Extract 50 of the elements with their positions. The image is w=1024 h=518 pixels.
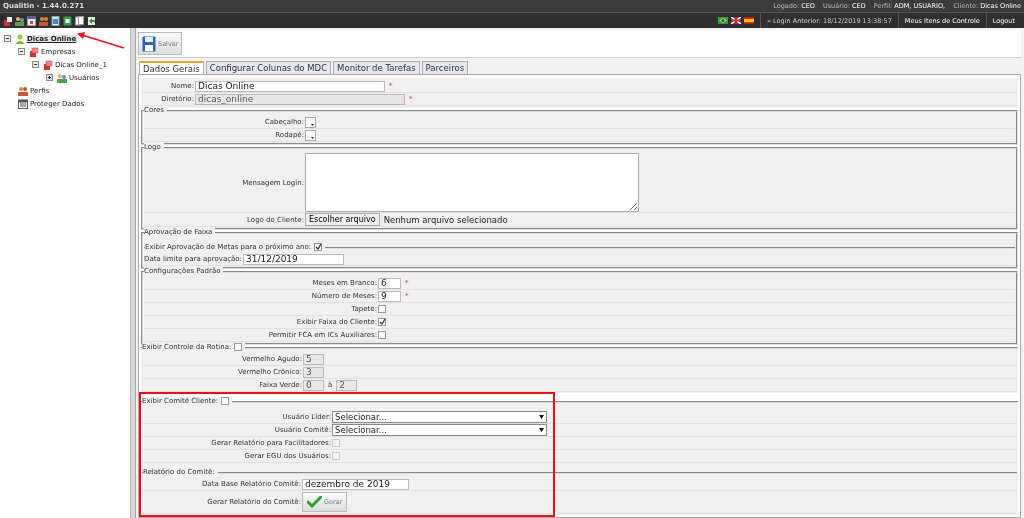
checkbox[interactable] bbox=[314, 243, 323, 251]
dropdown[interactable]: Selecionar... bbox=[332, 411, 547, 423]
tree-toggle[interactable] bbox=[4, 35, 11, 42]
input-field[interactable]: 31/12/2019 bbox=[242, 253, 344, 265]
checkbox[interactable] bbox=[378, 318, 386, 326]
file-status-text: Nenhum arquivo selecionado bbox=[383, 214, 508, 225]
company-icon bbox=[29, 46, 39, 57]
color-picker[interactable] bbox=[305, 116, 316, 128]
brazil-flag-icon[interactable] bbox=[718, 17, 729, 24]
caret-icon bbox=[539, 415, 544, 419]
caret-icon bbox=[539, 428, 544, 432]
tab[interactable]: Dados Gerais bbox=[139, 61, 204, 74]
uk-flag-icon[interactable] bbox=[731, 17, 742, 24]
input-field[interactable]: 9 bbox=[378, 290, 401, 302]
pages-icon[interactable] bbox=[75, 15, 84, 26]
color-picker[interactable] bbox=[305, 129, 316, 141]
tab[interactable]: Monitor de Tarefas bbox=[333, 61, 420, 74]
people-icon bbox=[18, 85, 28, 96]
transfer-icon[interactable] bbox=[87, 15, 96, 26]
calendar-icon[interactable] bbox=[27, 15, 36, 26]
caret-icon bbox=[311, 123, 314, 126]
person-icon bbox=[15, 33, 25, 44]
choose-file-button[interactable]: Escolher arquivo bbox=[305, 213, 380, 226]
checkbox[interactable] bbox=[221, 397, 230, 405]
input-field[interactable]: dezembro de 2019 bbox=[302, 478, 409, 490]
company-icon bbox=[43, 59, 53, 70]
tree-toggle[interactable] bbox=[18, 48, 25, 55]
document-icon[interactable] bbox=[51, 15, 60, 26]
tree-toggle[interactable] bbox=[46, 74, 53, 81]
dropdown[interactable]: Selecionar... bbox=[332, 424, 547, 436]
input-field[interactable]: 6 bbox=[378, 277, 401, 289]
spain-flag-icon[interactable] bbox=[744, 17, 755, 24]
checkbox[interactable] bbox=[234, 343, 243, 351]
tab[interactable]: Configurar Colunas do MDC bbox=[205, 61, 332, 74]
calendar-icon bbox=[18, 98, 28, 109]
checkbox[interactable] bbox=[378, 331, 386, 339]
tree-toggle[interactable] bbox=[32, 61, 39, 68]
checkmark-icon bbox=[315, 243, 323, 250]
people-icon[interactable] bbox=[39, 15, 48, 26]
sheet-icon[interactable] bbox=[63, 15, 72, 26]
users-icon[interactable] bbox=[15, 15, 24, 26]
company-icon[interactable] bbox=[3, 15, 12, 26]
annotation-arrow bbox=[76, 31, 126, 51]
caret-icon bbox=[311, 136, 314, 139]
tab[interactable]: Parceiros bbox=[421, 61, 469, 74]
users-icon bbox=[57, 72, 67, 83]
input-field[interactable]: Dicas Online bbox=[195, 80, 385, 92]
checkbox[interactable] bbox=[378, 305, 386, 313]
checkmark-icon bbox=[307, 496, 322, 508]
checkmark-icon bbox=[379, 318, 386, 325]
